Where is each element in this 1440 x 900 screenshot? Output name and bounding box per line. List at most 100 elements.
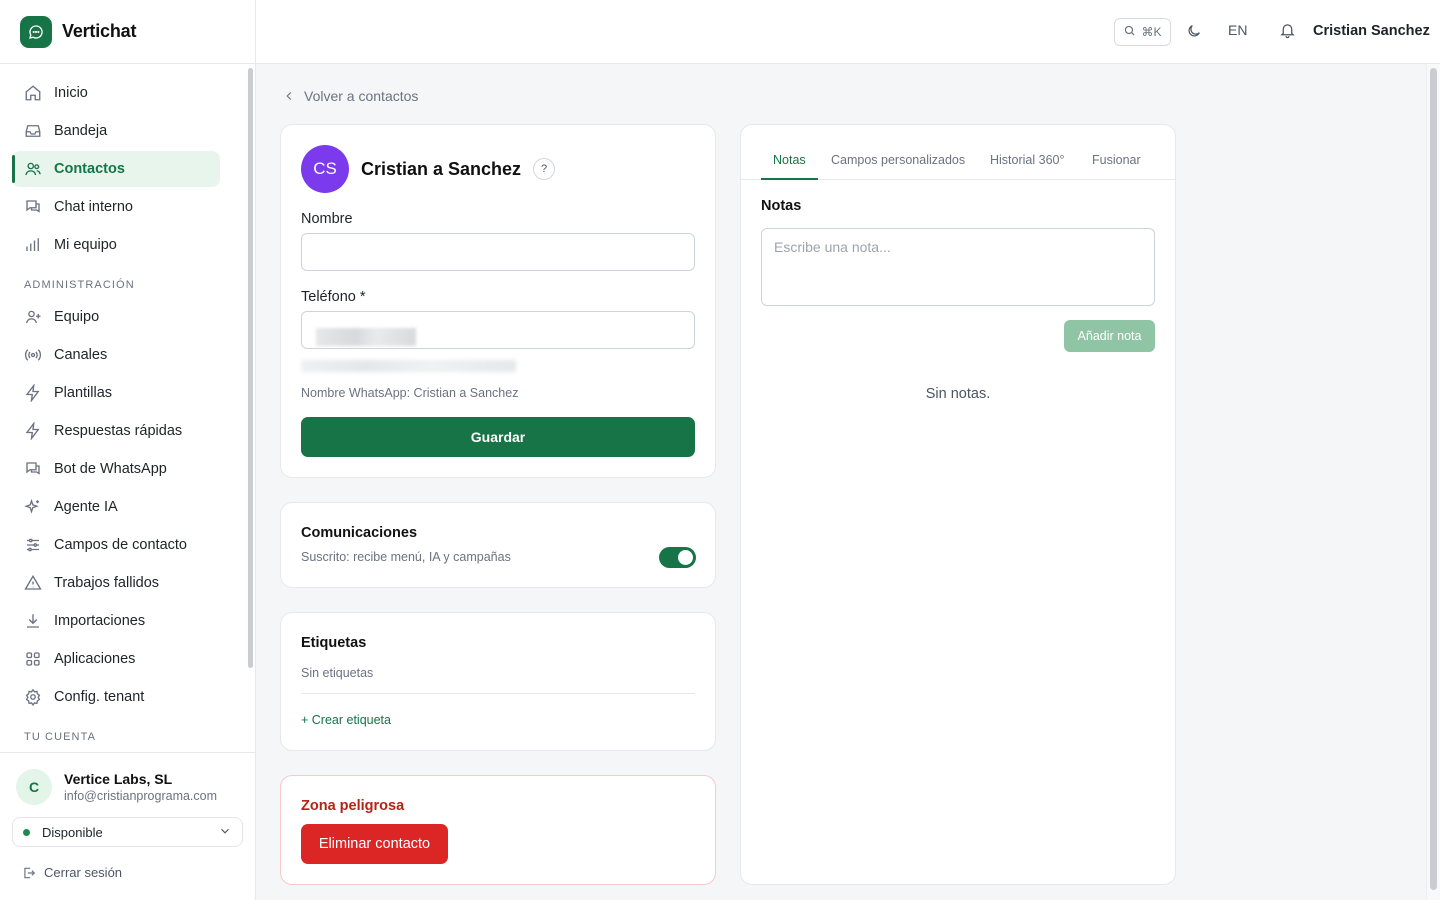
warning-icon — [24, 574, 42, 592]
topbar: ⌘K EN Cristian Sanchez — [256, 0, 1440, 64]
gear-icon — [24, 688, 42, 706]
create-tag-link[interactable]: + Crear etiqueta — [301, 713, 391, 727]
page-scrollbar-thumb[interactable] — [1430, 68, 1437, 890]
danger-zone-card: Zona peligrosa Eliminar contacto — [280, 775, 716, 885]
page-scrollbar[interactable] — [1426, 64, 1440, 900]
sidebar-item-inicio[interactable]: Inicio — [12, 75, 220, 111]
sidebar: Vertichat Inicio Bandeja Contactos Chat … — [0, 0, 256, 900]
brand[interactable]: Vertichat — [0, 0, 255, 64]
sidebar-item-label: Contactos — [54, 161, 125, 177]
users-icon — [24, 160, 42, 178]
chevron-left-icon — [282, 89, 296, 103]
sparkles-icon — [24, 498, 42, 516]
sliders-icon — [24, 536, 42, 554]
sidebar-item-contactos[interactable]: Contactos — [12, 151, 220, 187]
moon-icon — [1186, 23, 1202, 42]
bolt-icon — [24, 422, 42, 440]
danger-zone-title: Zona peligrosa — [301, 798, 405, 814]
redacted-phone — [301, 312, 516, 374]
sidebar-item-campos-contacto[interactable]: Campos de contacto — [12, 527, 220, 563]
sidebar-item-label: Canales — [54, 347, 108, 363]
communications-subtitle: Suscrito: recibe menú, IA y campañas — [301, 550, 511, 564]
radio-icon — [24, 346, 42, 364]
search-icon — [1123, 24, 1136, 40]
back-link-label: Volver a contactos — [304, 88, 419, 104]
user-plus-icon — [24, 308, 42, 326]
chat-icon — [24, 198, 42, 216]
notes-empty: Sin notas. — [925, 386, 991, 402]
tab-campos-personalizados[interactable]: Campos personalizados — [831, 153, 965, 179]
sidebar-item-config-tenant[interactable]: Config. tenant — [12, 679, 220, 715]
sidebar-item-label: Aplicaciones — [54, 651, 136, 667]
bar-chart-icon — [24, 236, 42, 254]
apps-grid-icon — [24, 650, 42, 668]
avatar: C — [16, 769, 52, 805]
sidebar-item-label: Bandeja — [54, 123, 108, 139]
account-email: info@cristianprograma.com — [64, 789, 218, 803]
tab-fusionar[interactable]: Fusionar — [1092, 153, 1141, 179]
help-button[interactable]: ? — [533, 158, 556, 180]
sidebar-item-label: Respuestas rápidas — [54, 423, 183, 439]
divider — [301, 693, 695, 694]
name-field[interactable] — [301, 233, 695, 271]
sidebar-item-canales[interactable]: Canales — [12, 337, 220, 373]
sidebar-item-label: Agente IA — [54, 499, 118, 515]
sidebar-item-trabajos-fallidos[interactable]: Trabajos fallidos — [12, 565, 220, 601]
account-org: Vertice Labs, SL — [64, 771, 173, 787]
sidebar-item-mi-equipo[interactable]: Mi equipo — [12, 227, 220, 263]
sidebar-scrollbar[interactable] — [248, 68, 253, 668]
notes-panel: Notas Campos personalizados Historial 36… — [740, 124, 1176, 885]
sidebar-item-importaciones[interactable]: Importaciones — [12, 603, 220, 639]
tags-empty: Sin etiquetas — [301, 666, 374, 680]
contact-card: CS Cristian a Sanchez ? Nombre Teléfono … — [280, 124, 716, 478]
tab-notas[interactable]: Notas — [761, 153, 818, 180]
phone-label: Teléfono * — [301, 289, 366, 305]
user-menu[interactable]: Cristian Sanchez — [1313, 23, 1430, 39]
inbox-icon — [24, 122, 42, 140]
bell-icon — [1279, 22, 1296, 42]
contact-avatar: CS — [301, 145, 349, 193]
search-shortcut: ⌘K — [1141, 25, 1162, 39]
back-link[interactable]: Volver a contactos — [282, 88, 418, 104]
tab-historial-360[interactable]: Historial 360° — [990, 153, 1064, 179]
sidebar-item-bandeja[interactable]: Bandeja — [12, 113, 220, 149]
notifications-button[interactable] — [1277, 22, 1297, 42]
communications-title: Comunicaciones — [301, 525, 418, 541]
contact-name: Cristian a Sanchez — [361, 158, 522, 179]
sidebar-footer: C Vertice Labs, SL info@cristianprograma… — [0, 752, 255, 900]
section-account: TU CUENTA — [24, 731, 97, 743]
sidebar-item-label: Importaciones — [54, 613, 146, 629]
sidebar-item-respuestas-rapidas[interactable]: Respuestas rápidas — [12, 413, 220, 449]
toggle-knob — [678, 550, 693, 565]
note-input[interactable] — [761, 228, 1155, 306]
language-button[interactable]: EN — [1228, 22, 1247, 38]
theme-toggle-button[interactable] — [1184, 22, 1204, 42]
add-note-button[interactable]: Añadir nota — [1064, 320, 1155, 352]
search-button[interactable]: ⌘K — [1114, 18, 1171, 46]
account-card[interactable]: C Vertice Labs, SL info@cristianprograma… — [0, 753, 255, 805]
sidebar-item-agente-ia[interactable]: Agente IA — [12, 489, 220, 525]
section-admin: ADMINISTRACIÓN — [24, 279, 135, 291]
sidebar-item-bot-whatsapp[interactable]: Bot de WhatsApp — [12, 451, 220, 487]
status-select[interactable]: Disponible — [12, 817, 243, 847]
communications-card: Comunicaciones Suscrito: recibe menú, IA… — [280, 502, 716, 588]
subscription-toggle[interactable] — [659, 547, 696, 568]
sidebar-item-aplicaciones[interactable]: Aplicaciones — [12, 641, 220, 677]
sidebar-item-equipo[interactable]: Equipo — [12, 299, 220, 335]
sidebar-item-label: Mi equipo — [54, 237, 117, 253]
sidebar-item-chat-interno[interactable]: Chat interno — [12, 189, 220, 225]
chevron-down-icon — [218, 824, 232, 841]
save-button[interactable]: Guardar — [301, 417, 695, 457]
logout-label: Cerrar sesión — [44, 865, 123, 880]
logout-button[interactable]: Cerrar sesión — [0, 847, 255, 880]
tags-title: Etiquetas — [301, 635, 367, 651]
sidebar-item-label: Equipo — [54, 309, 100, 325]
sidebar-item-label: Plantillas — [54, 385, 113, 401]
sidebar-nav: Inicio Bandeja Contactos Chat interno Mi… — [0, 64, 244, 752]
app-name: Vertichat — [62, 21, 137, 41]
whatsapp-name: Nombre WhatsApp: Cristian a Sanchez — [301, 386, 519, 400]
sidebar-item-plantillas[interactable]: Plantillas — [12, 375, 220, 411]
home-icon — [24, 84, 42, 102]
panel-tabs: Notas Campos personalizados Historial 36… — [741, 125, 1175, 180]
delete-contact-button[interactable]: Eliminar contacto — [301, 824, 448, 864]
